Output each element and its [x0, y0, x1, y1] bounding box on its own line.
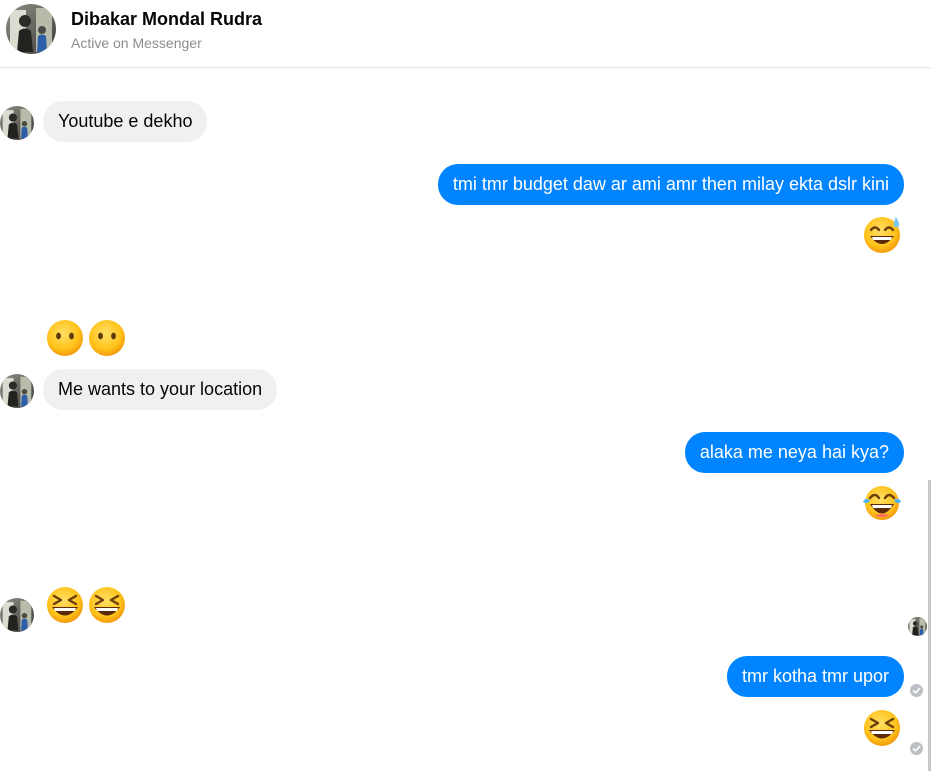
grinning-squinting-face-emoji-icon[interactable] [862, 708, 902, 748]
sender-avatar[interactable] [0, 374, 34, 408]
contact-name[interactable]: Dibakar Mondal Rudra [71, 9, 262, 30]
sender-avatar[interactable] [0, 106, 34, 140]
conversation-header: Dibakar Mondal Rudra Active on Messenger [0, 0, 931, 68]
face-without-mouth-emoji-icon[interactable] [45, 318, 85, 358]
sender-avatar[interactable] [0, 598, 34, 632]
grinning-squinting-face-emoji-icon[interactable] [45, 585, 85, 625]
grinning-squinting-face-emoji-icon[interactable] [87, 585, 127, 625]
outgoing-message-bubble[interactable]: tmi tmr budget daw ar ami amr then milay… [437, 164, 904, 205]
delivered-check-icon [910, 684, 923, 697]
active-status: Active on Messenger [71, 35, 202, 51]
read-receipt-avatar [908, 617, 927, 636]
incoming-message-bubble[interactable]: Youtube e dekho [43, 101, 208, 142]
outgoing-message-bubble[interactable]: tmr kotha tmr upor [726, 656, 904, 697]
grinning-face-with-sweat-emoji-icon[interactable] [862, 214, 902, 254]
face-with-tears-of-joy-emoji-icon[interactable] [862, 483, 902, 523]
outgoing-message-bubble[interactable]: alaka me neya hai kya? [684, 432, 904, 473]
delivered-check-icon [910, 742, 923, 755]
face-without-mouth-emoji-icon[interactable] [87, 318, 127, 358]
incoming-message-bubble[interactable]: Me wants to your location [43, 369, 278, 410]
contact-avatar[interactable] [6, 4, 56, 54]
